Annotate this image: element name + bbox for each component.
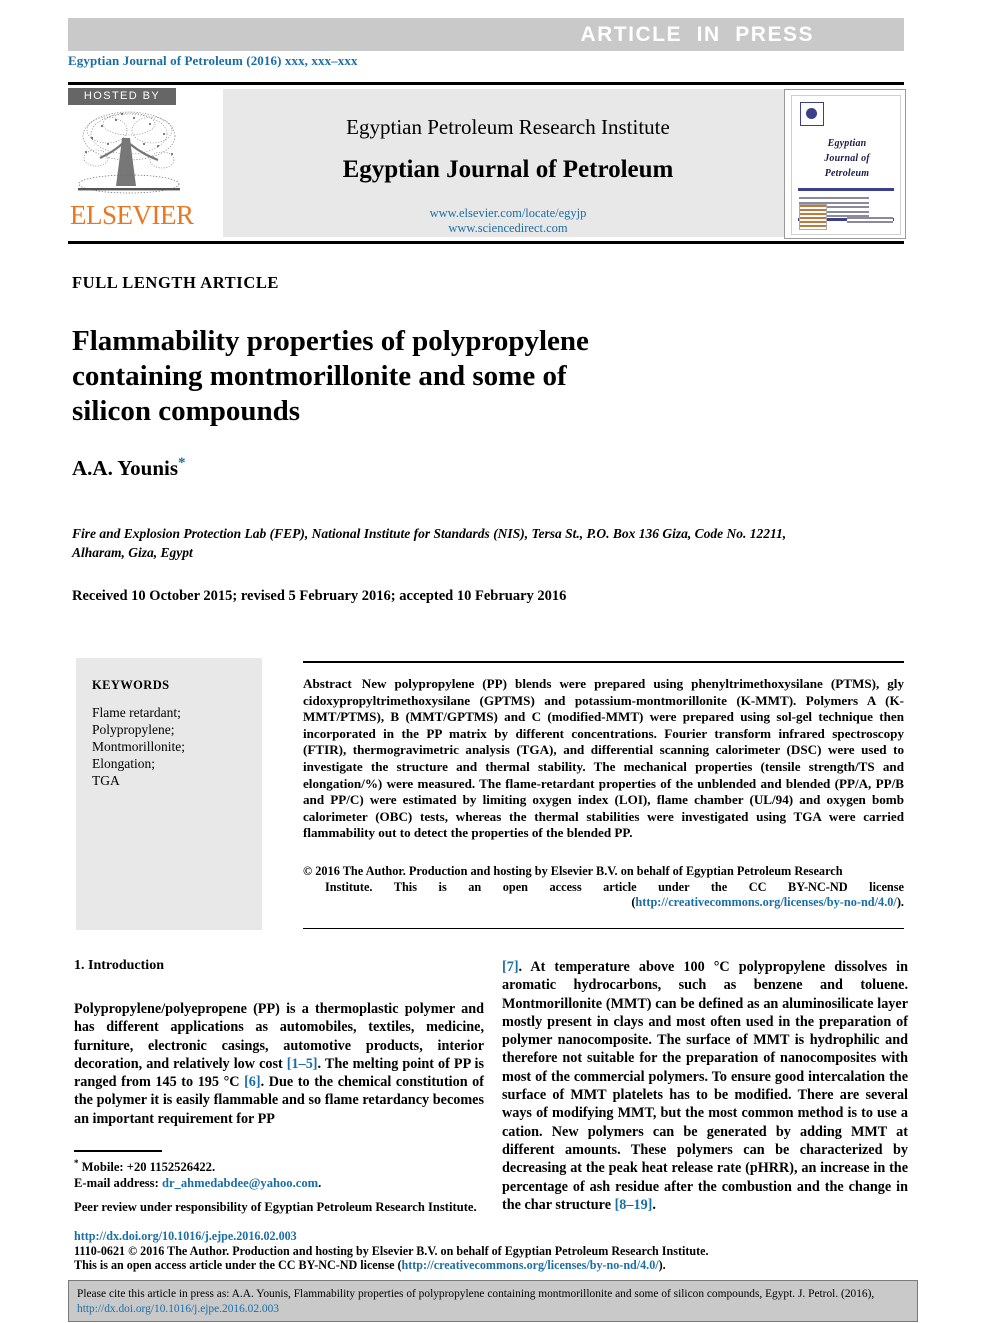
- sciencedirect-link[interactable]: www.sciencedirect.com: [223, 221, 793, 236]
- body-column-right: [7]. At temperature above 100 °C polypro…: [502, 958, 908, 1214]
- doi-link[interactable]: http://dx.doi.org/10.1016/j.ejpe.2016.02…: [74, 1229, 914, 1244]
- cover-divider-bar-top: [798, 188, 894, 191]
- abstract-label: Abstract: [303, 676, 352, 691]
- abstract-top-rule: [303, 661, 904, 663]
- author-name-text: A.A. Younis: [72, 456, 179, 480]
- cover-title-line3: Petroleum: [824, 168, 870, 179]
- body-column-left: 1. Introduction Polypropylene/polyeprope…: [74, 958, 484, 1128]
- citation-box: Please cite this article in press as: A.…: [68, 1280, 918, 1322]
- masthead-top-rule: [68, 82, 904, 85]
- copyright-close-paren: ).: [896, 895, 904, 909]
- peer-review-statement: Peer review under responsibility of Egyp…: [74, 1200, 477, 1215]
- intro-paragraph-left: Polypropylene/polyepropene (PP) is a the…: [74, 1000, 484, 1128]
- footnote-email-line: E-mail address: dr_ahmedabdee@yahoo.com.: [74, 1175, 484, 1191]
- institute-name: Egyptian Petroleum Research Institute: [346, 115, 670, 139]
- author-affiliation: Fire and Explosion Protection Lab (FEP),…: [72, 526, 787, 560]
- cover-title-line1: Egyptian: [827, 138, 867, 149]
- cover-barcode-icon: [799, 204, 827, 230]
- journal-emblem-icon: [800, 102, 824, 126]
- cover-title-text: Egyptian Journal of Petroleum: [798, 136, 896, 181]
- hosted-by-label: HOSTED BY: [68, 88, 176, 105]
- open-access-text: This is an open access article under the…: [74, 1258, 402, 1273]
- page-title: Flammability properties of polypropylene…: [72, 325, 589, 428]
- abstract-text: Abstract New polypropylene (PP) blends we…: [303, 676, 904, 842]
- ref-link-7[interactable]: [7]: [502, 959, 519, 975]
- elsevier-tree-icon: [78, 111, 180, 194]
- keywords-heading: KEYWORDS: [92, 678, 170, 692]
- bottom-legal-block: http://dx.doi.org/10.1016/j.ejpe.2016.02…: [74, 1229, 914, 1273]
- citation-text-a: Please cite this article in press as: A.…: [77, 1288, 875, 1300]
- article-in-press-label: ARTICLE IN PRESS: [580, 23, 814, 46]
- cc-license-link[interactable]: http://creativecommons.org/licenses/by-n…: [635, 895, 896, 909]
- author-email-link[interactable]: dr_ahmedabdee@yahoo.com: [162, 1176, 318, 1190]
- masthead-links: www.elsevier.com/locate/egyjp www.scienc…: [223, 206, 793, 236]
- footnote-mobile-text: Mobile: +20 1152526422.: [78, 1160, 216, 1175]
- ref-link-8-19[interactable]: [8–19]: [615, 1197, 653, 1213]
- copyright-line-2: Institute. This is an open access articl…: [303, 880, 904, 911]
- masthead: HOSTED BY ELSEVIER Egyptian Petroleum Re…: [68, 88, 906, 239]
- cover-footer-lines: [847, 217, 893, 225]
- citation-doi-link[interactable]: http://dx.doi.org/10.1016/j.ejpe.2016.02…: [77, 1303, 279, 1315]
- elsevier-locate-link[interactable]: www.elsevier.com/locate/egyjp: [223, 206, 793, 221]
- right-text-b: .: [652, 1196, 656, 1213]
- corresponding-author-marker: *: [178, 455, 186, 471]
- article-page: ARTICLE IN PRESS Egyptian Journal of Pet…: [0, 0, 992, 1323]
- open-access-line: This is an open access article under the…: [74, 1258, 914, 1273]
- cover-inner-frame: Egyptian Journal of Petroleum: [791, 95, 901, 235]
- right-text-a: . At temperature above 100 °C polypropyl…: [502, 959, 908, 1213]
- copyright-line-1: © 2016 The Author. Production and hostin…: [303, 864, 843, 878]
- ref-link-6[interactable]: [6]: [244, 1074, 261, 1090]
- elsevier-logo-block: HOSTED BY ELSEVIER: [68, 88, 208, 238]
- ref-link-1-5[interactable]: [1–5]: [287, 1056, 318, 1072]
- open-access-close-paren: ).: [658, 1258, 666, 1273]
- journal-cover-thumbnail: Egyptian Journal of Petroleum: [784, 89, 906, 239]
- article-type-label: FULL LENGTH ARTICLE: [72, 273, 280, 292]
- keywords-panel: KEYWORDS Flame retardant; Polypropylene;…: [76, 658, 262, 930]
- email-period: .: [318, 1176, 322, 1191]
- keywords-list: Flame retardant; Polypropylene; Montmori…: [92, 705, 185, 788]
- masthead-bottom-rule: [68, 241, 904, 244]
- footnote-mobile-line: * Mobile: +20 1152526422.: [74, 1155, 484, 1175]
- received-dates: Received 10 October 2015; revised 5 Febr…: [72, 588, 567, 604]
- intro-paragraph-right: [7]. At temperature above 100 °C polypro…: [502, 958, 908, 1214]
- bottom-cc-license-link[interactable]: http://creativecommons.org/licenses/by-n…: [402, 1258, 659, 1272]
- abstract-copyright: © 2016 The Author. Production and hostin…: [303, 864, 904, 911]
- footnote-rule: [74, 1150, 162, 1152]
- journal-reference-line: Egyptian Journal of Petroleum (2016) xxx…: [68, 53, 358, 68]
- masthead-center-panel: Egyptian Petroleum Research Institute Eg…: [223, 89, 793, 237]
- citation-text: Please cite this article in press as: A.…: [77, 1287, 909, 1316]
- article-in-press-banner: ARTICLE IN PRESS: [68, 18, 904, 51]
- cover-title-line2: Journal of: [824, 153, 870, 164]
- elsevier-wordmark: ELSEVIER: [70, 200, 194, 230]
- journal-title: Egyptian Journal of Petroleum: [342, 156, 674, 183]
- email-label: E-mail address:: [74, 1176, 162, 1191]
- footnote-block: * Mobile: +20 1152526422. E-mail address…: [74, 1155, 484, 1215]
- abstract-bottom-rule: [303, 928, 904, 929]
- issn-copyright-line: 1110-0621 © 2016 The Author. Production …: [74, 1243, 709, 1258]
- section-heading-introduction: 1. Introduction: [74, 958, 164, 973]
- abstract-content: New polypropylene (PP) blends were prepa…: [303, 676, 904, 841]
- author-name: A.A. Younis*: [72, 455, 186, 481]
